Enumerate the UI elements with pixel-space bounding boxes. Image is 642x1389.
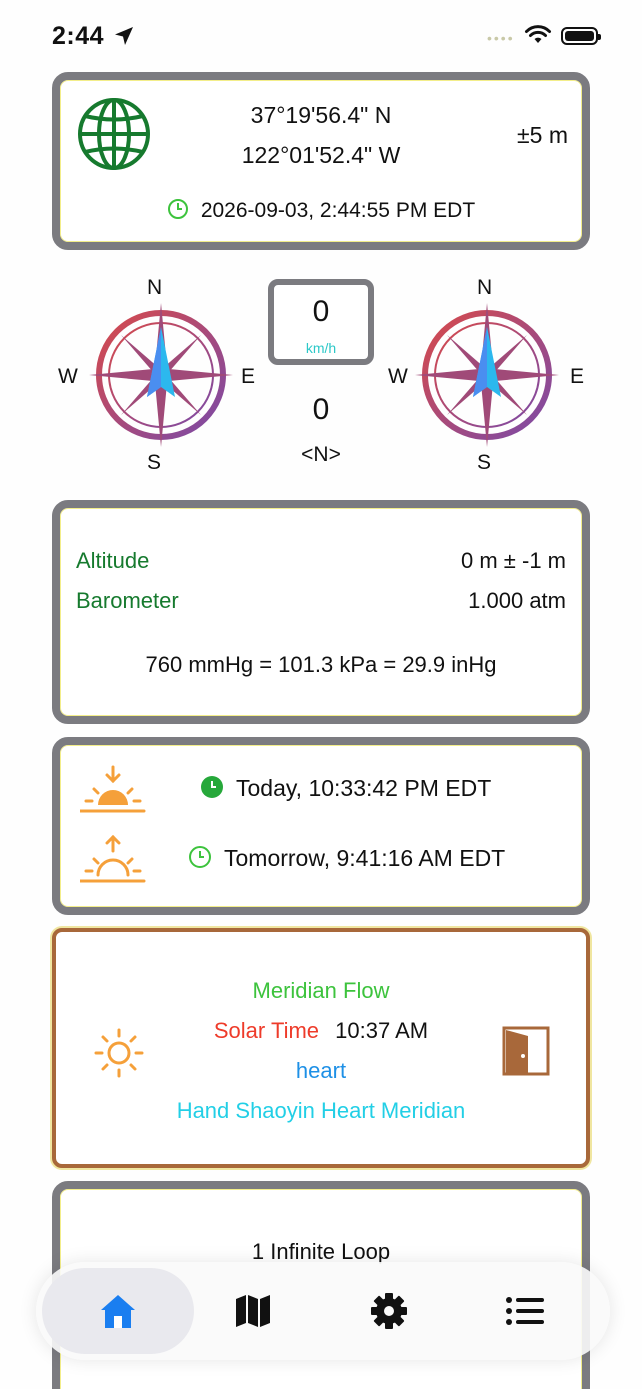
timestamp-text: 2026-09-03, 2:44:55 PM EDT (200, 199, 476, 222)
location-timestamp: 2026-09-03, 2:44:55 PM EDT (60, 198, 582, 223)
solar-time-value: 10:37 AM (335, 1018, 429, 1043)
sunrise-time: Tomorrow, 9:41:16 AM EDT (188, 845, 505, 872)
compass-south-label: S (477, 451, 492, 474)
sunrise-time-text: Tomorrow, 9:41:16 AM EDT (224, 845, 506, 871)
compass-south-label: S (147, 451, 162, 474)
door-icon (502, 1026, 550, 1076)
status-time: 2:44 (52, 22, 105, 50)
sunset-time-text: Today, 10:33:42 PM EDT (236, 775, 492, 801)
compass-west-label: W (58, 365, 78, 388)
sun-times-card[interactable]: Today, 10:33:42 PM EDT Tomorrow, 9:41:16… (52, 737, 590, 915)
tab-map[interactable]: Map (178, 1262, 328, 1360)
compass-rose-icon (415, 303, 559, 447)
compass-east-label: E (241, 365, 256, 388)
compass-north-label: N (147, 276, 163, 299)
compass-right: N S W E (388, 276, 584, 476)
meridian-name: Hand Shaoyin Heart Meridian (176, 1098, 466, 1123)
clock-filled-icon (201, 776, 223, 798)
wifi-icon (525, 25, 551, 43)
location-arrow-icon (115, 27, 133, 45)
accuracy-text: ±5 m (517, 122, 568, 148)
compass-left: N S W E (58, 276, 255, 476)
tab-list[interactable]: List (450, 1262, 600, 1360)
clock-icon (167, 199, 188, 219)
location-card[interactable]: 37°19'56.4" N 122°01'52.4" W ±5 m 2026-0… (52, 72, 590, 250)
latitude-text: 37°19'56.4" N (250, 102, 392, 128)
speed-box: 0 km/h (268, 279, 374, 365)
compass-east-label: E (570, 365, 585, 388)
barometer-label: Barometer (76, 588, 179, 613)
longitude-text: 122°01'52.4" W (241, 142, 401, 168)
solar-time-label: Solar Time (213, 1018, 320, 1043)
tab-home[interactable]: Home (42, 1268, 194, 1354)
altitude-row: Altitude 0 m ± -1 m (76, 548, 566, 574)
altitude-card[interactable]: Altitude 0 m ± -1 m Barometer 1.000 atm … (52, 500, 590, 724)
sunset-row: Today, 10:33:42 PM EDT (80, 765, 572, 815)
speed-unit: km/h (305, 340, 337, 356)
heading-direction: <N> (301, 443, 341, 466)
barometer-row: Barometer 1.000 atm (76, 588, 566, 614)
compass-west-label: W (388, 365, 408, 388)
sunrise-icon (80, 835, 146, 883)
altitude-value: 0 m ± -1 m (461, 548, 566, 573)
compass-north-label: N (477, 276, 493, 299)
altitude-label: Altitude (76, 548, 150, 573)
barometer-value: 1.000 atm (468, 588, 566, 613)
clock-icon (189, 846, 211, 868)
heading-value: 0 (312, 393, 330, 426)
pressure-conversions: 760 mmHg = 101.3 kPa = 29.9 inHg (145, 652, 497, 677)
compass-rose-icon (89, 303, 233, 447)
tab-bar: Home Map Settings (36, 1262, 610, 1360)
signal-dots-icon: •••• (487, 30, 515, 46)
battery-icon (561, 27, 601, 45)
meridian-title: Meridian Flow (252, 978, 390, 1003)
meridian-card[interactable]: Meridian Flow Solar Time 10:37 AM heart … (52, 928, 590, 1168)
tab-settings[interactable]: Settings (314, 1262, 464, 1360)
sunset-icon (80, 765, 146, 813)
status-bar: 2:44 •••• (0, 0, 642, 72)
speed-value: 0 (312, 295, 330, 328)
sunset-time: Today, 10:33:42 PM EDT (200, 775, 491, 802)
sunrise-row: Tomorrow, 9:41:16 AM EDT (80, 835, 572, 885)
